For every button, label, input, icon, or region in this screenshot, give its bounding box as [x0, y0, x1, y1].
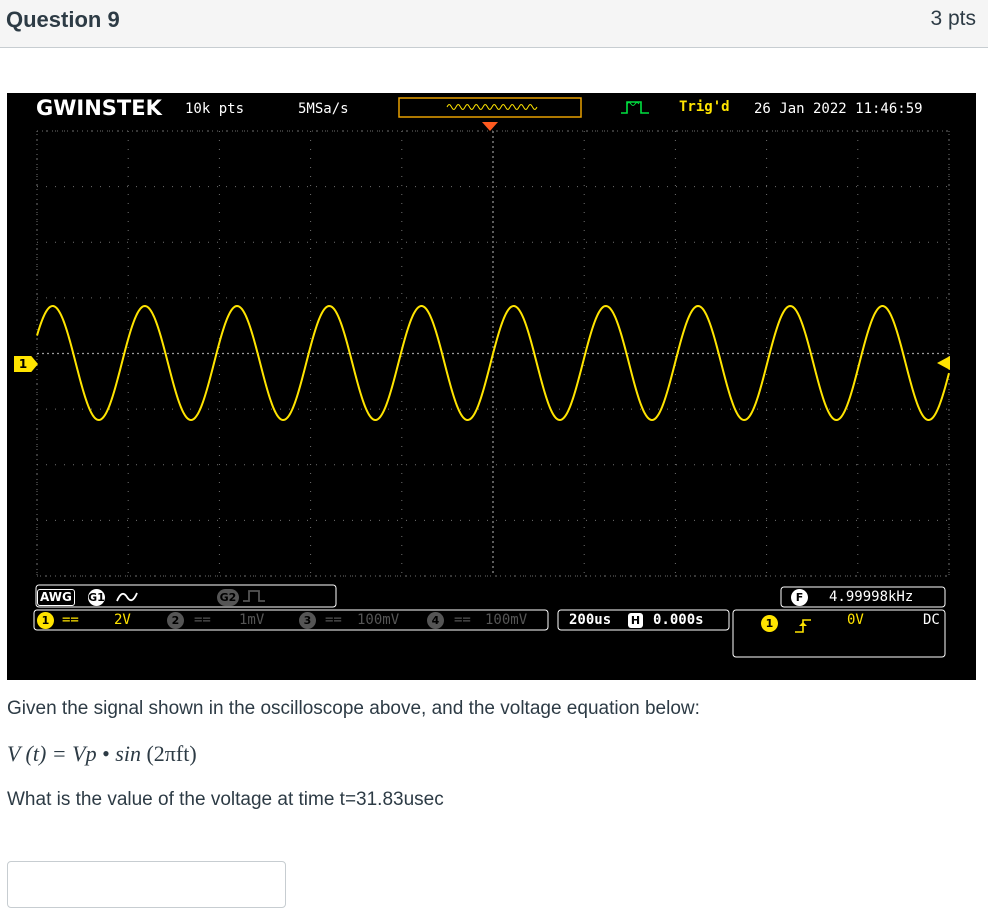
- memory-bar: [398, 97, 582, 118]
- memory-bar-waveform: [446, 103, 538, 111]
- trigger-coupling: DC: [923, 612, 940, 628]
- trigger-status: Trig'd: [679, 99, 730, 115]
- question-points: 3 pts: [930, 7, 976, 30]
- scope-brand-logo: GWINSTEK: [36, 96, 162, 120]
- timebase-scale: 200us: [569, 612, 612, 628]
- awg-info-box: [35, 584, 337, 608]
- channel-2-coupling: ==: [194, 612, 211, 628]
- scope-datetime: 26 Jan 2022 11:46:59: [754, 101, 923, 117]
- equation-arg: (2πft): [146, 741, 197, 766]
- frequency-value: 4.99998kHz: [829, 589, 914, 605]
- trigger-source-badge: 1: [761, 615, 778, 632]
- channel-3-scale: 100mV: [357, 612, 400, 628]
- square-icon: [243, 590, 265, 602]
- question-prompt: Given the signal shown in the oscillosco…: [7, 698, 700, 719]
- channel-2-badge: 2: [167, 612, 184, 629]
- trigger-level-arrow: [937, 356, 950, 370]
- vertical-scale-box: [33, 609, 549, 631]
- channel-1-scale: 2V: [114, 612, 131, 628]
- question-text: What is the value of the voltage at time…: [7, 789, 444, 810]
- trigger-level: 0V: [847, 612, 864, 628]
- voltage-equation: V (t) = Vp • sin (2πft): [7, 741, 197, 767]
- channel-4-scale: 100mV: [485, 612, 528, 628]
- record-length: 10k pts: [185, 101, 245, 117]
- channel-4-badge: 4: [427, 612, 444, 629]
- channel-2-scale: 1mV: [239, 612, 265, 628]
- horizontal-position-badge: H: [628, 613, 643, 628]
- channel-1-coupling: ==: [62, 612, 79, 628]
- sine-icon: [116, 592, 138, 602]
- frequency-badge: F: [791, 589, 808, 606]
- channel-1-badge: 1: [37, 612, 54, 629]
- awg-label: AWG: [37, 589, 75, 606]
- equation-lhs: V (t) = Vp: [7, 741, 97, 766]
- trigger-position-arrow: [482, 122, 498, 131]
- awg-g2-badge: G2: [217, 589, 239, 606]
- question-header: Question 9 3 pts: [0, 0, 988, 48]
- channel-3-badge: 3: [299, 612, 316, 629]
- question-title: Question 9: [6, 7, 120, 32]
- channel-4-coupling: ==: [454, 612, 471, 628]
- awg-g1-badge: G1: [88, 589, 105, 606]
- equation-bullet: •: [102, 741, 110, 766]
- timebase-position: 0.000s: [653, 612, 704, 628]
- equation-fn: sin: [115, 741, 141, 766]
- answer-input[interactable]: [7, 861, 286, 908]
- oscilloscope-screen: GWINSTEK 10k pts 5MSa/s Trig'd 26 Jan 20…: [7, 93, 976, 680]
- sample-rate: 5MSa/s: [298, 101, 349, 117]
- channel-3-coupling: ==: [325, 612, 342, 628]
